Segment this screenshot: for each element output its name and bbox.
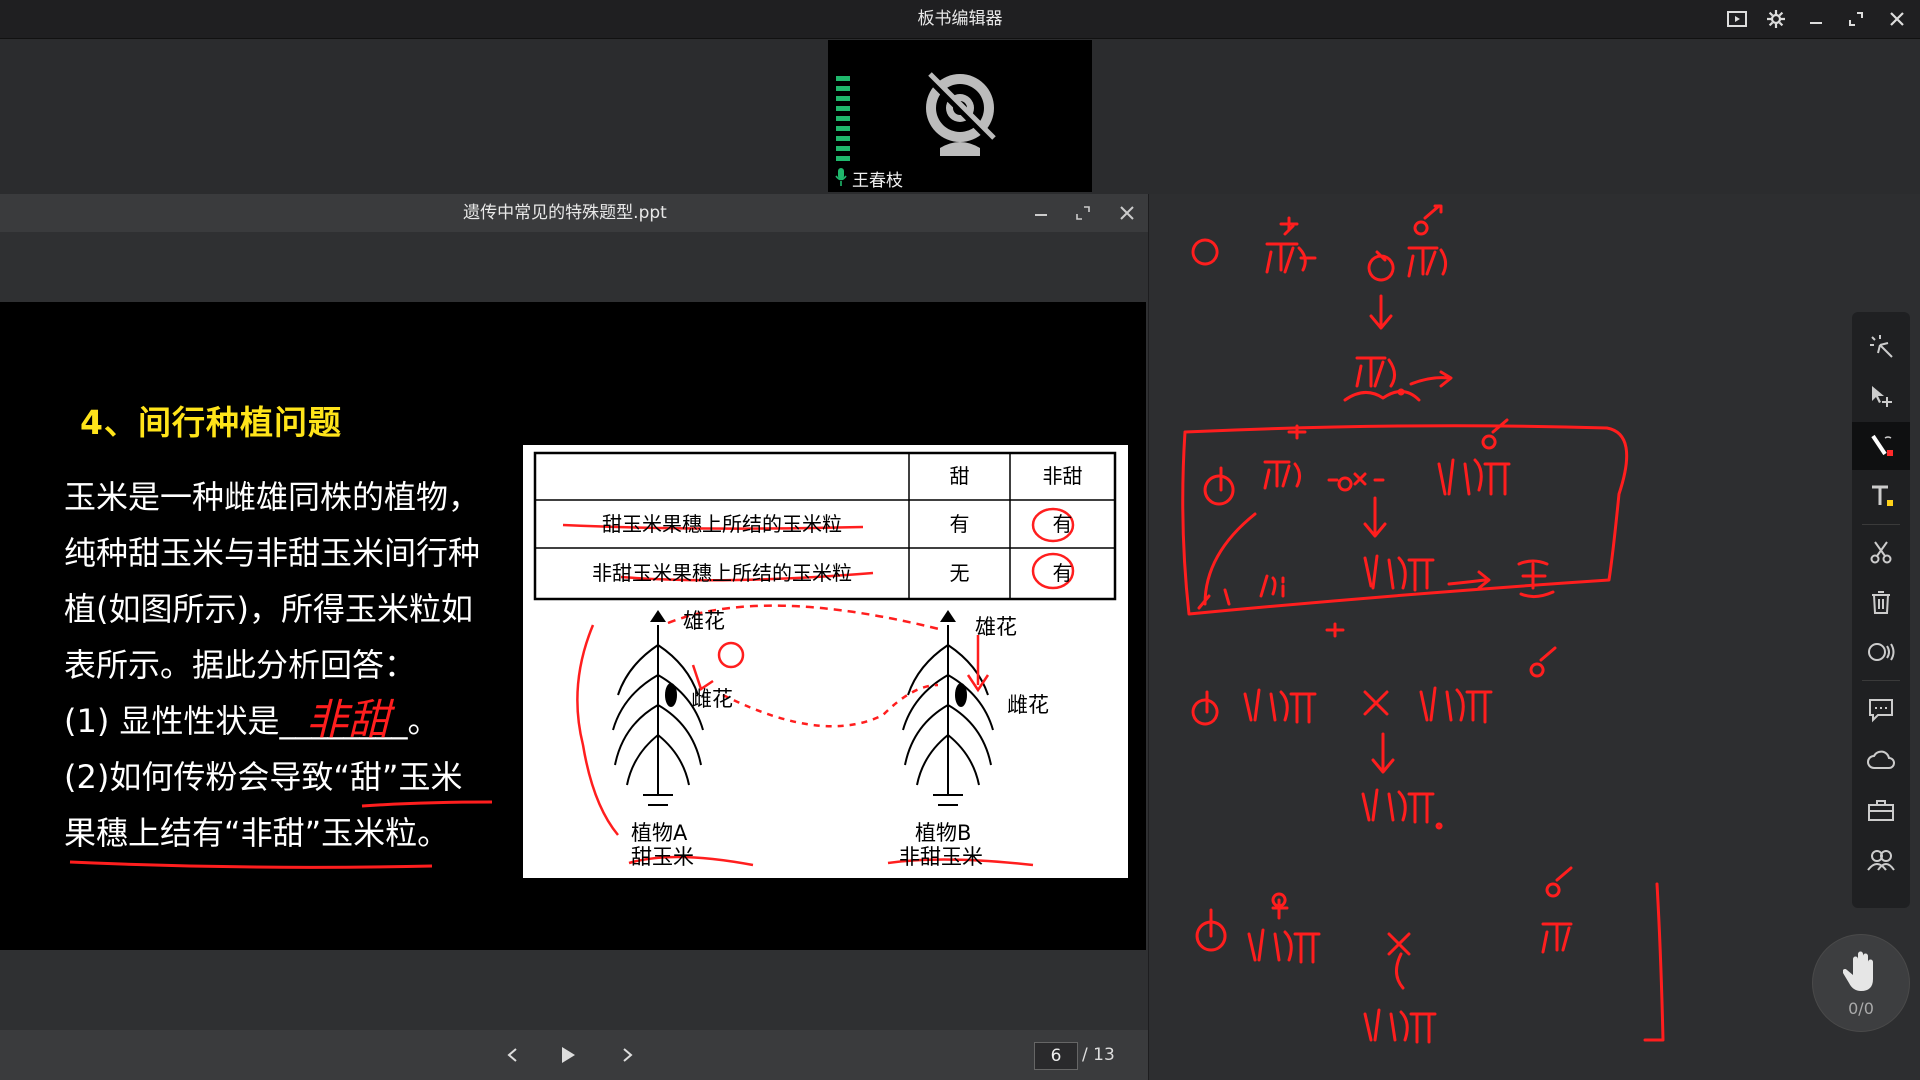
participants-icon[interactable] — [1852, 836, 1910, 884]
raise-hand-button[interactable]: 0/0 — [1812, 934, 1910, 1032]
table-row-label: 甜玉米果穗上所结的玉米粒 — [602, 512, 842, 536]
eraser-icon[interactable] — [1852, 628, 1910, 676]
page-total: / 13 — [1082, 1045, 1115, 1065]
trash-icon[interactable] — [1852, 578, 1910, 626]
cloud-icon[interactable] — [1852, 736, 1910, 784]
toolbar-divider — [1862, 680, 1900, 681]
plant-b-type: 非甜玉米 — [899, 845, 983, 869]
label-male-flower-b: 雄花 — [975, 615, 1017, 639]
mic-level-bar — [836, 126, 850, 131]
ppt-window: 遗传中常见的特殊题型.ppt 4、间行种植问题 玉米是一种雌雄同株的植物， 纯种… — [0, 194, 1149, 1080]
screen-record-icon[interactable] — [1724, 6, 1750, 32]
table-cell: 有 — [949, 512, 970, 536]
ppt-minimize-icon[interactable] — [1028, 200, 1054, 226]
laser-pointer-icon[interactable] — [1852, 322, 1910, 370]
slide: 4、间行种植问题 玉米是一种雌雄同株的植物， 纯种甜玉米与非甜玉米间行种 植(如… — [0, 302, 1146, 950]
plant-a-type: 甜玉米 — [631, 845, 694, 869]
restore-icon[interactable] — [1843, 6, 1869, 32]
mic-level-bar — [836, 146, 850, 151]
whiteboard-canvas[interactable] — [1149, 194, 1920, 1080]
microphone-icon — [835, 168, 847, 186]
select-move-icon[interactable] — [1852, 372, 1910, 420]
table-cell: 有 — [1052, 512, 1073, 536]
label-male-flower-a: 雄花 — [683, 609, 725, 633]
table-cell: 无 — [949, 561, 970, 585]
mic-level-bar — [836, 86, 850, 91]
table-header-nonsweet: 非甜 — [1042, 464, 1083, 488]
slide-figure: 甜 非甜 甜玉米果穗上所结的玉米粒 有 有 非甜玉米果穗上所结的玉米粒 无 有 … — [523, 445, 1128, 878]
ppt-navigation-bar: 6 / 13 — [0, 1030, 1148, 1080]
play-slideshow-icon[interactable] — [552, 1040, 584, 1070]
plant-a-drawing — [612, 625, 704, 806]
pen-tool-icon[interactable] — [1852, 422, 1910, 470]
table-cell: 有 — [1052, 561, 1073, 585]
mic-level-bar — [836, 136, 850, 141]
plant-b-drawing — [902, 625, 994, 806]
ppt-toolbar-area — [0, 232, 1148, 302]
settings-gear-icon[interactable] — [1763, 6, 1789, 32]
title-bar: 板书编辑器 — [0, 0, 1920, 39]
minimize-icon[interactable] — [1803, 6, 1829, 32]
text-tool-icon[interactable] — [1852, 472, 1910, 520]
toolbar-divider — [1862, 524, 1900, 525]
camera-off-icon — [924, 72, 996, 156]
chat-icon[interactable] — [1852, 686, 1910, 734]
ppt-filename: 遗传中常见的特殊题型.ppt — [463, 203, 667, 223]
close-icon[interactable] — [1884, 6, 1910, 32]
mic-level-bar — [836, 156, 850, 161]
table-row-label: 非甜玉米果穗上所结的玉米粒 — [592, 561, 852, 585]
ppt-close-icon[interactable] — [1114, 200, 1140, 226]
next-slide-icon[interactable] — [612, 1040, 644, 1070]
hand-icon — [1843, 951, 1873, 991]
mic-level-bar — [836, 96, 850, 101]
mic-level-bar — [836, 76, 850, 81]
mic-level-bar — [836, 116, 850, 121]
label-female-flower-b: 雌花 — [1007, 693, 1049, 717]
whiteboard-ink — [1181, 204, 1665, 1044]
drawing-toolbar — [1852, 312, 1910, 908]
table-header-sweet: 甜 — [949, 464, 970, 488]
ppt-title-bar: 遗传中常见的特殊题型.ppt — [0, 194, 1148, 232]
scissors-icon[interactable] — [1852, 528, 1910, 576]
prev-slide-icon[interactable] — [496, 1040, 528, 1070]
slide-ink-annotations — [69, 800, 493, 869]
participant-name: 王春枝 — [852, 171, 903, 191]
page-number-input[interactable]: 6 — [1034, 1042, 1078, 1070]
ppt-maximize-icon[interactable] — [1070, 200, 1096, 226]
mic-level-bar — [836, 106, 850, 111]
label-female-flower-a: 雌花 — [691, 687, 733, 711]
app-title: 板书编辑器 — [917, 9, 1003, 29]
toolbox-icon[interactable] — [1852, 786, 1910, 834]
hand-raise-count: 0/0 — [1848, 999, 1874, 1018]
